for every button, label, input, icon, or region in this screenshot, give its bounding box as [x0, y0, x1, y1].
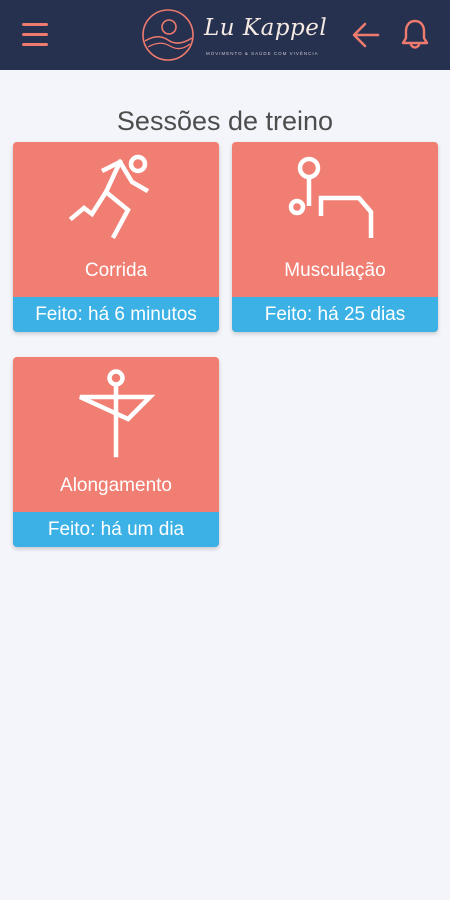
page-title: Sessões de treino	[116, 106, 334, 137]
brand-name: Lu Kappel	[204, 15, 328, 41]
stretching-icon	[79, 369, 156, 458]
brand-tagline: movimento & saúde com vivência	[206, 51, 319, 56]
bell-icon[interactable]	[401, 18, 429, 50]
session-card-alongamento[interactable]: Alongamento Feito: há um dia	[13, 357, 219, 547]
session-status: Feito: há um dia	[13, 512, 219, 547]
weightlifting-icon	[288, 156, 374, 238]
session-name: Corrida	[84, 260, 148, 281]
session-card-corrida[interactable]: Corrida Feito: há 6 minutos	[13, 142, 219, 332]
brand-logo: Lu Kappel movimento & saúde com vivência	[140, 7, 327, 63]
session-name: Musculação	[284, 260, 386, 281]
session-card-musculacao[interactable]: Musculação Feito: há 25 dias	[232, 142, 438, 332]
runner-icon	[68, 154, 150, 240]
session-name: Alongamento	[60, 475, 172, 496]
session-status: Feito: há 25 dias	[232, 297, 438, 332]
logo-mark-icon	[142, 9, 194, 61]
app-header: Lu Kappel movimento & saúde com vivência	[0, 0, 450, 70]
session-status: Feito: há 6 minutos	[13, 297, 219, 332]
hamburger-menu-icon[interactable]	[22, 23, 48, 47]
arrow-left-icon[interactable]	[352, 22, 380, 48]
